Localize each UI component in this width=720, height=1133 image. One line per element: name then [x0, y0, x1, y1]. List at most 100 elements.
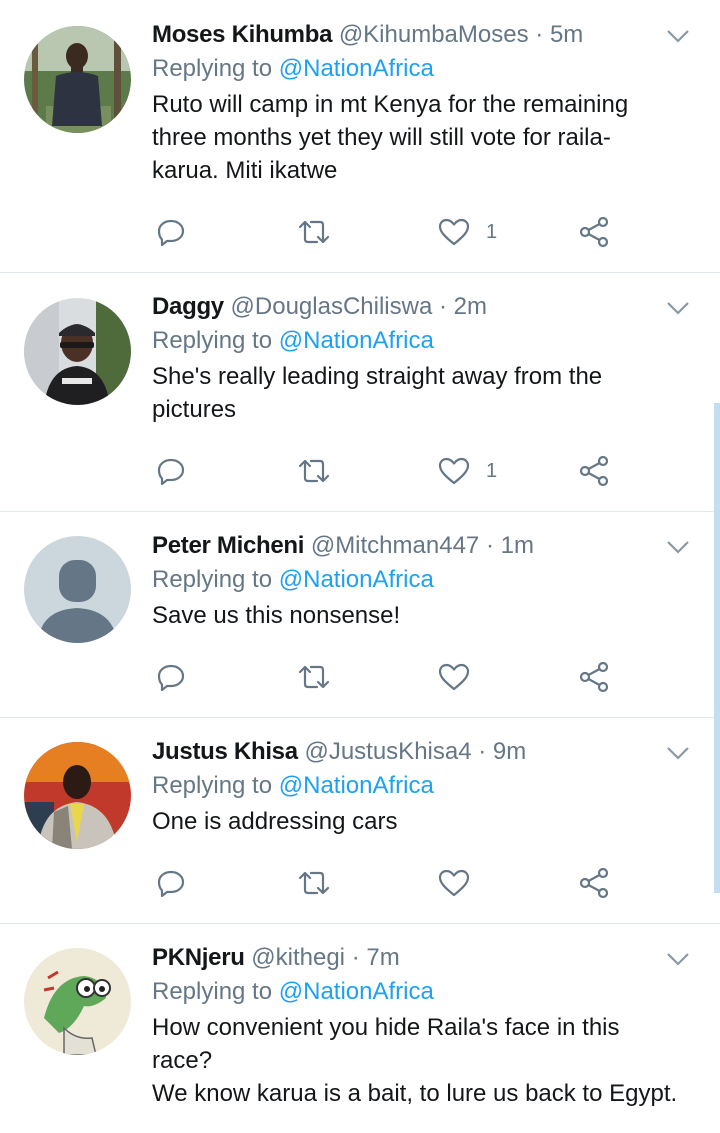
scrollbar[interactable]	[714, 403, 720, 893]
replying-to: Replying to @NationAfrica	[152, 563, 696, 597]
timestamp[interactable]: 5m	[550, 21, 583, 48]
share-button[interactable]	[578, 451, 610, 491]
tweet-actions: 1	[152, 212, 632, 252]
like-count: 1	[486, 459, 498, 482]
reply-button[interactable]	[156, 863, 186, 903]
share-icon	[579, 867, 609, 899]
reply-to-handle[interactable]: @NationAfrica	[279, 772, 434, 799]
display-name[interactable]: Justus Khisa	[152, 738, 298, 765]
share-icon	[579, 455, 609, 487]
retweet-button[interactable]	[297, 212, 331, 252]
heart-icon	[438, 218, 470, 246]
share-button[interactable]	[578, 212, 610, 252]
tweet-text: Ruto will camp in mt Kenya for the remai…	[152, 91, 629, 184]
retweet-button[interactable]	[297, 657, 331, 697]
reply-button[interactable]	[156, 451, 186, 491]
avatar[interactable]	[24, 742, 131, 849]
display-name[interactable]: PKNjeru	[152, 944, 245, 971]
like-button[interactable]: 1	[438, 212, 497, 252]
replying-to-label: Replying to	[152, 55, 273, 82]
like-button[interactable]	[438, 657, 486, 697]
tweet-text-line: We know karua is a bait, to lure us back…	[152, 1080, 678, 1107]
avatar[interactable]	[24, 26, 131, 133]
replying-to-label: Replying to	[152, 978, 273, 1005]
share-button[interactable]	[578, 657, 610, 697]
tweet-header: PKNjeru @kithegi · 7m	[152, 941, 696, 975]
separator-dot: ·	[438, 293, 447, 320]
display-name[interactable]: Daggy	[152, 293, 224, 320]
retweet-icon	[298, 220, 330, 244]
chevron-down-icon[interactable]	[664, 294, 692, 322]
reply-button[interactable]	[156, 657, 186, 697]
user-handle[interactable]: @JustusKhisa4	[304, 738, 471, 765]
tweet-header: Moses Kihumba @KihumbaMoses · 5m	[152, 18, 696, 52]
reply-icon	[157, 219, 185, 247]
tweet[interactable]: Moses Kihumba @KihumbaMoses · 5m Replyin…	[0, 0, 720, 273]
reply-icon	[157, 870, 185, 898]
user-handle[interactable]: @Mitchman447	[311, 532, 479, 559]
reply-button[interactable]	[156, 212, 186, 252]
tweet-text-line: How convenient you hide Raila's face in …	[152, 1014, 620, 1074]
replying-to: Replying to @NationAfrica	[152, 324, 696, 358]
separator-dot: ·	[478, 738, 487, 765]
share-button[interactable]	[578, 863, 610, 903]
timestamp[interactable]: 1m	[501, 532, 534, 559]
reply-icon	[157, 664, 185, 692]
tweet-actions	[152, 863, 632, 903]
replying-to-label: Replying to	[152, 772, 273, 799]
replying-to: Replying to @NationAfrica	[152, 975, 696, 1009]
reply-icon	[157, 458, 185, 486]
replying-to-label: Replying to	[152, 327, 273, 354]
replying-to-label: Replying to	[152, 566, 273, 593]
tweet-text: How convenient you hide Raila's face in …	[152, 1011, 702, 1110]
replying-to: Replying to @NationAfrica	[152, 769, 696, 803]
retweet-button[interactable]	[297, 451, 331, 491]
share-icon	[579, 216, 609, 248]
separator-dot: ·	[351, 944, 360, 971]
retweet-icon	[298, 871, 330, 895]
default-avatar-icon	[24, 536, 131, 643]
separator-dot: ·	[485, 532, 494, 559]
display-name[interactable]: Peter Micheni	[152, 532, 304, 559]
user-handle[interactable]: @DouglasChiliswa	[231, 293, 433, 320]
tweet-actions	[152, 657, 632, 697]
like-count: 1	[486, 220, 498, 243]
chevron-down-icon[interactable]	[664, 739, 692, 767]
retweet-button[interactable]	[297, 863, 331, 903]
like-button[interactable]	[438, 863, 486, 903]
retweet-icon	[298, 665, 330, 689]
chevron-down-icon[interactable]	[664, 945, 692, 973]
retweet-icon	[298, 459, 330, 483]
replying-to: Replying to @NationAfrica	[152, 52, 696, 86]
tweet-header: Justus Khisa @JustusKhisa4 · 9m	[152, 735, 696, 769]
avatar[interactable]	[24, 298, 131, 405]
user-handle[interactable]: @kithegi	[251, 944, 345, 971]
tweet-text: She's really leading straight away from …	[152, 363, 603, 423]
display-name[interactable]: Moses Kihumba	[152, 21, 332, 48]
avatar[interactable]	[24, 536, 131, 643]
tweet[interactable]: PKNjeru @kithegi · 7m Replying to @Natio…	[0, 924, 720, 1133]
separator-dot: ·	[535, 21, 544, 48]
chevron-down-icon[interactable]	[664, 22, 692, 50]
tweet-text: One is addressing cars	[152, 808, 398, 835]
tweet[interactable]: Justus Khisa @JustusKhisa4 · 9m Replying…	[0, 718, 720, 924]
share-icon	[579, 661, 609, 693]
tweet-actions: 1	[152, 451, 632, 491]
timestamp[interactable]: 2m	[454, 293, 487, 320]
reply-to-handle[interactable]: @NationAfrica	[279, 978, 434, 1005]
timestamp[interactable]: 7m	[366, 944, 399, 971]
like-button[interactable]: 1	[438, 451, 497, 491]
tweet[interactable]: Peter Micheni @Mitchman447 · 1m Replying…	[0, 512, 720, 718]
reply-to-handle[interactable]: @NationAfrica	[279, 327, 434, 354]
heart-icon	[438, 663, 470, 691]
tweet[interactable]: Daggy @DouglasChiliswa · 2m Replying to …	[0, 273, 720, 512]
chevron-down-icon[interactable]	[664, 533, 692, 561]
timestamp[interactable]: 9m	[493, 738, 526, 765]
heart-icon	[438, 869, 470, 897]
user-handle[interactable]: @KihumbaMoses	[339, 21, 529, 48]
reply-to-handle[interactable]: @NationAfrica	[279, 566, 434, 593]
reply-to-handle[interactable]: @NationAfrica	[279, 55, 434, 82]
tweet-header: Peter Micheni @Mitchman447 · 1m	[152, 529, 696, 563]
avatar[interactable]	[24, 948, 131, 1055]
heart-icon	[438, 457, 470, 485]
